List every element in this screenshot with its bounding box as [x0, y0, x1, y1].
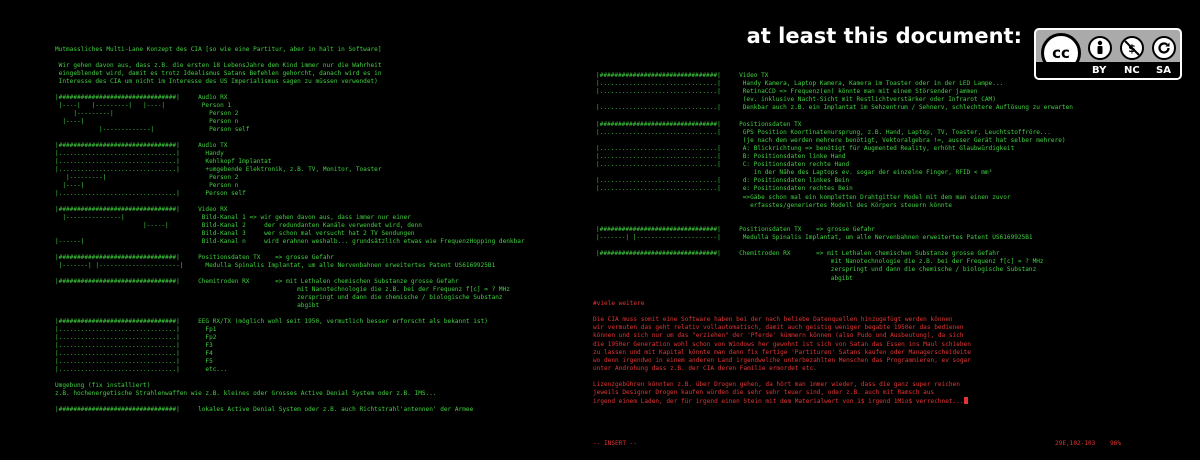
right-text-line-10: |................................| B: Po… [596, 153, 846, 160]
left-text-line-38: |................................| F4 [55, 350, 213, 357]
right-text-line-25: abgibt [596, 274, 853, 282]
left-text-line-39: |................................| F5 [55, 358, 213, 365]
left-text-line-32: abgibt [55, 302, 320, 309]
left-text-line-35: |................................| Fp1 [55, 326, 217, 333]
left-text-line-10: |-------------| Person self [55, 126, 250, 133]
left-text-line-42: Umgebung (fix installiert) [55, 382, 151, 389]
right-red-line-8: unter Androhung dass z.B. der CIA deren … [593, 364, 817, 372]
left-text-line-37: |................................| F3 [55, 342, 213, 349]
left-text-line-23: Bild-Kanal 3 wer schon mal versucht hat … [55, 230, 415, 237]
right-text-line-15: =>Gäbe schon mal ein kompletten Drahtgit… [596, 193, 1011, 201]
left-text-line-22: |-----| Bild-Kanal 2 der redundanten Kan… [55, 222, 422, 229]
right-red-line-2: Die CIA muss somit eine Software haben b… [593, 316, 953, 324]
right-red-line-3: wir vermuten das geht relativ vollautoma… [593, 324, 964, 332]
right-red-line-4: können und sich nur um das "erziehen" de… [593, 332, 964, 340]
left-text-line-2: Wir gehen davon aus, dass z.B. die erste… [55, 62, 382, 69]
right-red-line-0: #viele weitere [593, 300, 645, 307]
overlay-title: at least this document: [746, 24, 1022, 48]
right-text-line-4: |................................| Denkb… [596, 104, 1073, 112]
left-text-line-34: |################################| EEG R… [55, 318, 488, 325]
left-text-line-16: |---------| Person 2 [55, 174, 239, 181]
license-label-sa: SA [1156, 65, 1171, 76]
attribution-person-icon [1088, 36, 1112, 60]
vim-mode-indicator: -- INSERT -- [593, 440, 638, 447]
left-text-line-0: Mutmassliches Multi-Lane Konzept des CIA… [55, 46, 382, 53]
right-text-line-20: |-------| |----------------------| Medul… [596, 234, 1033, 241]
left-text-line-45: |################################| lokal… [55, 406, 474, 413]
right-text-line-23: mit Nanotechnologie die z.B. bei der Fre… [596, 258, 1044, 266]
right-text-line-14: |................................| e: Po… [596, 185, 853, 193]
right-text-line-16: erfasstes/generiertes Modell des Körpers… [596, 201, 952, 209]
right-text-line-9: |................................| A: Bl… [596, 144, 1015, 152]
left-text-line-30: mit Nanotechnologie die z.B. bei der Fre… [55, 286, 510, 293]
right-text-line-3: (ev. inklusive Nacht-Sicht mit Restlicht… [596, 96, 996, 104]
cc-license-badge: cc $ BY NC SA [1034, 28, 1182, 80]
left-text-line-43: z.B. hochenergetische Strahlenwaffen wie… [55, 390, 437, 397]
left-text-line-9: |----| Person n [55, 118, 239, 125]
left-text-line-8: |---------| Person 2 [55, 110, 239, 117]
text-cursor [963, 397, 968, 405]
left-text-line-6: |################################| Audio… [55, 94, 228, 101]
left-text-line-13: |................................| Handy [55, 150, 224, 157]
left-text-line-21: |---------------| Bild-Kanal 1 => wir ge… [55, 214, 411, 221]
license-label-by: BY [1092, 65, 1107, 76]
right-red-line-6: zu lassen und mit Kapital könnte man dan… [593, 348, 971, 356]
right-red-line-11: jeweils Designer Drogen kaufen würden di… [593, 389, 935, 397]
left-text-line-26: |################################| Posit… [55, 254, 334, 261]
scroll-percent: 96% [1110, 440, 1122, 447]
right-text-line-11: |................................| C: Po… [596, 161, 850, 169]
right-text-line-0: |################################| Video… [596, 72, 769, 79]
right-text-line-13: |................................| d: Po… [596, 177, 850, 185]
left-text-line-17: |----| Person n [55, 182, 239, 189]
right-text-line-24: zerspringt und dann die chemische / biol… [596, 266, 1037, 274]
right-text-line-19: |################################| Posit… [596, 225, 875, 233]
right-red-line-10: Lizenzgebühren könnten z.B. über Drogen … [593, 381, 960, 388]
cursor-position: 29E,102-103 [1055, 440, 1096, 447]
left-text-line-15: |................................| +umge… [55, 166, 382, 173]
non-commercial-icon: $ [1120, 36, 1144, 60]
right-text-line-7: |................................| GPS P… [596, 128, 1051, 136]
left-text-line-31: zerspringt und dann die chemische / biol… [55, 294, 503, 301]
left-text-line-29: |################################| Chemi… [55, 278, 459, 285]
license-label-nc: NC [1124, 65, 1140, 76]
left-text-line-24: |------| Bild-Kanal n wird erahnen wesha… [55, 238, 525, 245]
right-text-line-8: (je nach dem werden mehrere benötigt, Ve… [596, 136, 1066, 144]
right-red-line-12: irgend einem Laden, der für irgend einen… [593, 397, 968, 406]
left-text-line-27: |-------| |----------------------| Medul… [55, 262, 496, 269]
left-text-line-40: |................................| etc..… [55, 366, 228, 373]
right-text-line-22: |################################| Chemi… [596, 250, 1000, 258]
right-text-line-12: in der Nähe des Laptops ev. sogar der ei… [596, 169, 993, 177]
right-text-line-2: |................................| Retin… [596, 88, 978, 96]
left-text-line-4: Interesse des CIA um nicht im Interesse … [55, 78, 378, 85]
right-text-line-1: |................................| Handy… [596, 80, 1004, 88]
right-red-line-5: die 1950er Generation wohl schon von Win… [593, 340, 971, 348]
left-text-line-12: |################################| Audio… [55, 142, 228, 149]
left-text-line-3: eingeblendet wird, damit es trotz Ideali… [55, 70, 382, 77]
left-text-line-20: |################################| Video… [55, 206, 228, 213]
share-alike-icon [1152, 36, 1176, 60]
right-red-line-7: wo denn irgendwo in einem anderen Land i… [593, 356, 971, 364]
left-text-line-7: |----| |---------| |----| Person 1 [55, 102, 232, 109]
left-text-line-18: |................................| Perso… [55, 190, 246, 197]
right-text-line-6: |################################| Posit… [596, 120, 802, 128]
left-text-line-36: |................................| Fp2 [55, 334, 217, 341]
left-text-line-14: |................................| Kehlk… [55, 158, 272, 165]
